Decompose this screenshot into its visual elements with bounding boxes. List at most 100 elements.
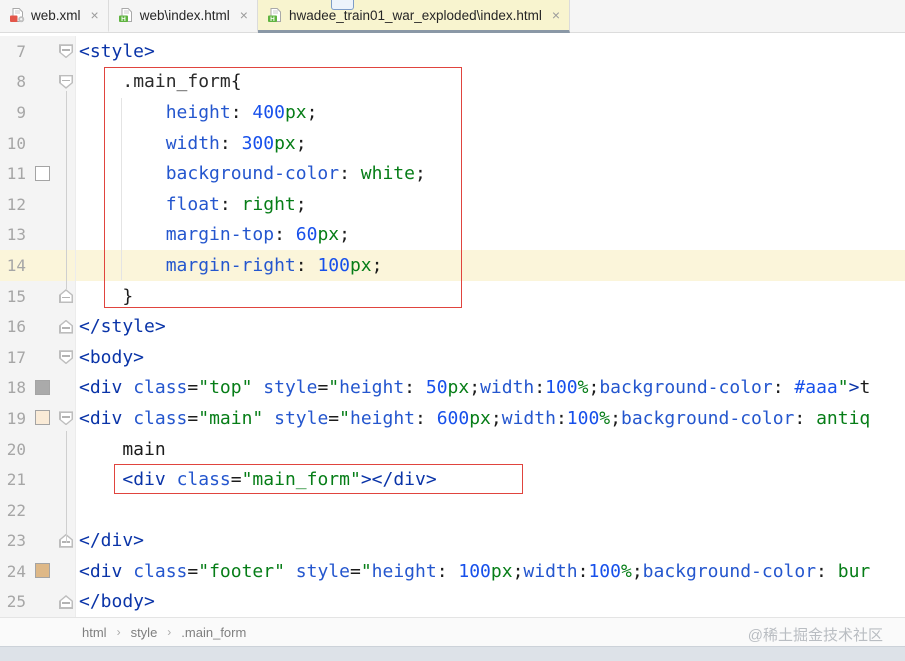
watermark: @稀土掘金技术社区 xyxy=(747,627,883,644)
tab-web-index-html[interactable]: H web\index.html × xyxy=(109,0,258,33)
line-number: 16 xyxy=(6,317,26,337)
line-number: 11 xyxy=(6,164,26,184)
gutter: 16 xyxy=(0,311,76,342)
code-line-row: 22 xyxy=(0,494,905,526)
color-swatch[interactable] xyxy=(35,165,50,181)
code-line[interactable]: <div class="top" style="height: 50px;wid… xyxy=(76,377,905,398)
fold-scope-line xyxy=(66,91,67,289)
code-line[interactable]: margin-right: 100px; xyxy=(76,255,905,276)
code-line[interactable]: } xyxy=(76,286,905,307)
code-line[interactable]: margin-top: 60px; xyxy=(76,224,905,245)
chevron-right-icon: › xyxy=(116,625,121,639)
fold-marker-icon[interactable] xyxy=(59,74,73,89)
code-line[interactable]: </body> xyxy=(76,591,905,612)
tab-web-xml[interactable]: web.xml × xyxy=(0,0,109,33)
line-number: 18 xyxy=(6,378,26,398)
close-icon[interactable]: × xyxy=(91,8,99,22)
line-number: 10 xyxy=(6,133,26,153)
line-number: 23 xyxy=(6,531,26,551)
ide-window: web.xml × H web\index.html × H hwadee_tr… xyxy=(0,0,905,661)
code-line[interactable]: <body> xyxy=(76,347,905,368)
code-line-row: 17 <body> xyxy=(0,341,905,373)
code-line-row: 11 background-color: white; xyxy=(0,158,905,189)
gutter: 24 xyxy=(0,556,76,587)
html-file-icon: H xyxy=(118,8,132,23)
code-line-row: 23 </div> xyxy=(0,525,905,557)
indent-guide xyxy=(121,98,122,280)
code-line-row: 13 margin-top: 60px; xyxy=(0,219,905,251)
svg-text:H: H xyxy=(121,16,126,23)
code-editor[interactable]: 7 <style> 8 .main_form{9 height: 400px; 10 … xyxy=(0,33,905,617)
breadcrumb-item-main-form[interactable]: .main_form xyxy=(179,625,248,640)
line-number: 7 xyxy=(16,41,26,61)
fold-marker-icon[interactable] xyxy=(59,44,73,59)
breadcrumb-item-style[interactable]: style xyxy=(129,625,160,640)
gutter: 20 xyxy=(0,433,76,465)
code-line-row: 21 <div class="main_form"></div> xyxy=(0,464,905,495)
gutter: 12 xyxy=(0,188,76,220)
gutter: 15 xyxy=(0,280,76,312)
line-number: 14 xyxy=(6,255,26,275)
code-line[interactable]: <div class="main_form"></div> xyxy=(76,469,905,490)
fold-marker-icon[interactable] xyxy=(59,594,73,609)
code-line[interactable]: width: 300px; xyxy=(76,133,905,154)
code-line-row: 24 <div class="footer" style="height: 100… xyxy=(0,556,905,587)
code-line[interactable]: height: 400px; xyxy=(76,102,905,123)
drag-tab-ghost-icon xyxy=(331,0,354,10)
tab-hwadee-index-html[interactable]: H hwadee_train01_war_exploded\index.html… xyxy=(257,0,571,33)
code-line[interactable]: <style> xyxy=(76,41,905,62)
line-number: 19 xyxy=(6,408,26,428)
gutter: 23 xyxy=(0,525,76,557)
code-line-row: 20 main xyxy=(0,433,905,465)
gutter: 13 xyxy=(0,219,76,251)
code-line-row: 18 <div class="top" style="height: 50px;w… xyxy=(0,372,905,404)
code-line-row: 8 .main_form{ xyxy=(0,66,905,98)
code-line[interactable]: </div> xyxy=(76,530,905,551)
line-number: 12 xyxy=(6,194,26,214)
line-number: 24 xyxy=(6,561,26,581)
line-number: 8 xyxy=(16,72,26,92)
code-line[interactable]: main xyxy=(76,439,905,460)
line-number: 25 xyxy=(6,592,26,612)
code-line-row: 16 </style> xyxy=(0,311,905,342)
code-line-row: 9 height: 400px; xyxy=(0,97,905,128)
gutter: 17 xyxy=(0,341,76,373)
code-line[interactable]: float: right; xyxy=(76,194,905,215)
code-line-row: 25 </body> xyxy=(0,586,905,617)
tab-label: web\index.html xyxy=(139,7,230,23)
code-line[interactable]: </style> xyxy=(76,316,905,337)
close-icon[interactable]: × xyxy=(552,8,560,22)
editor-lines: 7 <style> 8 .main_form{9 height: 400px; 10 … xyxy=(0,36,905,617)
line-number: 20 xyxy=(6,439,26,459)
fold-marker-icon[interactable] xyxy=(59,289,73,304)
fold-marker-icon[interactable] xyxy=(59,319,73,334)
gutter: 8 xyxy=(0,66,76,98)
code-line[interactable]: <div class="footer" style="height: 100px… xyxy=(76,561,905,582)
breadcrumb-item-html[interactable]: html xyxy=(80,625,109,640)
code-line-row: 12 float: right; xyxy=(0,188,905,220)
fold-marker-icon[interactable] xyxy=(59,350,73,365)
code-line-row: 19 <div class="main" style="height: 600px… xyxy=(0,403,905,434)
chevron-right-icon: › xyxy=(167,625,172,639)
code-line-row: 14 margin-right: 100px; xyxy=(0,250,905,281)
color-swatch[interactable] xyxy=(35,410,50,426)
webxml-file-icon xyxy=(10,8,25,23)
color-swatch[interactable] xyxy=(35,563,50,579)
html-file-icon: H xyxy=(267,8,281,23)
gutter: 7 xyxy=(0,36,76,67)
fold-marker-icon[interactable] xyxy=(59,411,73,426)
close-icon[interactable]: × xyxy=(240,8,248,22)
editor-tab-bar: web.xml × H web\index.html × H hwadee_tr… xyxy=(0,0,905,33)
gutter: 22 xyxy=(0,494,76,526)
color-swatch[interactable] xyxy=(35,379,50,395)
gutter: 10 xyxy=(0,127,76,159)
gutter: 25 xyxy=(0,586,76,617)
code-line[interactable]: .main_form{ xyxy=(76,71,905,92)
gutter: 14 xyxy=(0,250,76,281)
tab-label: hwadee_train01_war_exploded\index.html xyxy=(288,7,542,23)
breadcrumb: html › style › .main_form @稀土掘金技术社区 xyxy=(0,617,905,646)
line-number: 13 xyxy=(6,225,26,245)
code-line[interactable]: background-color: white; xyxy=(76,163,905,184)
code-line-row: 15 } xyxy=(0,280,905,312)
code-line[interactable]: <div class="main" style="height: 600px;w… xyxy=(76,408,905,429)
